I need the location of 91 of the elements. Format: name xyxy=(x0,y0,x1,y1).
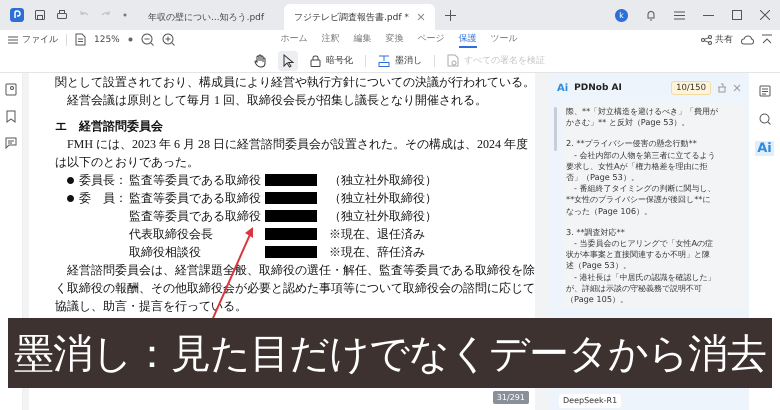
message-text: 述（Page 53）。 xyxy=(566,260,632,272)
ribbon-tab[interactable]: 注釈 xyxy=(322,32,340,48)
message-text: - 会社内部の人物を第三者に立てるよう xyxy=(573,150,717,161)
redaction-block xyxy=(265,192,317,204)
share-button[interactable]: 共有 xyxy=(701,33,733,46)
collapse-icon[interactable] xyxy=(762,34,772,45)
app-logo-icon[interactable] xyxy=(10,8,24,22)
message-text: **女性のプライバシー保護が後回し**に xyxy=(566,194,712,206)
cloud-icon[interactable] xyxy=(741,34,754,44)
message-text: （Page 105）。 xyxy=(566,294,630,306)
bullet-icon xyxy=(67,176,74,184)
member-note: ※現在、退任済み xyxy=(329,226,425,242)
zoom-level[interactable]: 125% xyxy=(94,34,120,44)
close-icon[interactable] xyxy=(760,10,770,20)
member-note: ※現在、辞任済み xyxy=(329,244,425,260)
message-text: 2. **プライバシー侵害の懸念行動** xyxy=(566,138,698,150)
signature-icon xyxy=(447,54,459,67)
message-text: かさむ」** と反対（Page 53）。 xyxy=(566,117,691,128)
message-text: 3. **調査対応** xyxy=(566,226,626,238)
close-icon[interactable] xyxy=(733,84,741,92)
caption-banner: 墨消し：見た目だけでなくデータから消去 xyxy=(8,318,772,388)
member-position: 監査等委員である取締役 xyxy=(129,208,262,224)
bookmark-icon[interactable] xyxy=(6,110,16,123)
member-role: 委員長： xyxy=(79,172,127,186)
zoom-in-icon[interactable] xyxy=(162,33,175,46)
bell-icon[interactable] xyxy=(646,10,656,20)
ribbon-tab[interactable]: ページ xyxy=(418,32,445,48)
redaction-block xyxy=(265,246,317,258)
thumbnail-icon[interactable] xyxy=(5,83,17,96)
encrypt-button[interactable]: 暗号化 xyxy=(306,52,357,69)
section-heading: エ 経営諮問委員会 xyxy=(55,118,164,135)
member-position: 監査等委員である取締役 xyxy=(129,172,262,188)
redaction-block xyxy=(265,174,317,186)
print-icon[interactable] xyxy=(56,9,68,21)
menu-icon xyxy=(8,36,18,44)
ribbon-tab[interactable]: ホーム xyxy=(280,32,308,48)
message-text: なった（Page 106）。 xyxy=(566,206,654,217)
ribbon-tab[interactable]: 変換 xyxy=(386,32,404,48)
maximize-icon[interactable] xyxy=(732,10,742,20)
document-text: 経営会議は原則として毎月 1 回、取締役会長が招集し議長となり開催される。 xyxy=(66,92,488,109)
panel-title: PDNob AI xyxy=(574,83,623,93)
document-tab[interactable]: フジテレビ調査報告書.pdf * xyxy=(284,4,435,30)
document-text: FMH には、2023 年 6 月 28 日に経営諮問委員会が設置された。その構成は、2024 年度 xyxy=(66,136,530,153)
bullet-icon xyxy=(67,194,74,202)
select-tool-button[interactable] xyxy=(278,50,298,70)
clear-icon[interactable] xyxy=(717,83,727,93)
message-text: 状が本事案と直接関連するか不明」と陳 xyxy=(566,249,711,260)
ai-logo: Ai xyxy=(557,82,568,94)
zoom-out-icon[interactable] xyxy=(140,33,154,46)
message-text: が、詳細は示談の守秘義務で説明不可 xyxy=(566,282,703,294)
message-text: 際、**「対立構造を避けるべき」「費用が xyxy=(566,106,720,118)
user-avatar[interactable]: k xyxy=(615,8,628,22)
member-role: 委 員： xyxy=(79,190,127,204)
ribbon-tab[interactable]: 保護 xyxy=(458,32,477,48)
share-icon xyxy=(701,34,712,44)
model-selector[interactable]: DeepSeek-R1 xyxy=(559,394,622,408)
new-tab-icon[interactable] xyxy=(444,10,456,20)
member-note: （独立社外取締役） xyxy=(329,172,437,188)
document-text: は以下のとおりであった。 xyxy=(55,154,200,171)
page-counter: 31/291 xyxy=(492,391,529,404)
message-text: 否」（Page 53）。 xyxy=(566,172,640,184)
member-note: （独立社外取締役） xyxy=(329,208,437,224)
close-icon[interactable] xyxy=(416,13,425,21)
cursor-icon xyxy=(282,54,294,68)
member-position: 代表取締役会長 xyxy=(129,226,214,242)
member-note: （独立社外取締役） xyxy=(329,190,437,206)
lock-icon xyxy=(310,54,321,66)
member-position: 監査等委員である取締役 xyxy=(129,190,262,206)
message-text: - 番組終了タイミングの判断に関与し、 xyxy=(573,183,717,194)
ribbon-tab[interactable]: 編集 xyxy=(354,32,372,48)
member-position: 取締役相談役 xyxy=(129,244,202,260)
file-menu-button[interactable]: ファイル xyxy=(8,33,58,46)
quota-badge: 10/150 xyxy=(671,81,711,95)
search-icon[interactable] xyxy=(758,113,770,125)
page-icon[interactable] xyxy=(75,33,86,46)
menu-icon[interactable] xyxy=(674,10,685,20)
document-text: 関として設置されており、構成員により経営や執行方針についての決議が行われている。 xyxy=(55,74,535,91)
ribbon-tab[interactable]: ツール xyxy=(490,32,518,48)
comment-icon[interactable] xyxy=(5,137,17,149)
hand-icon xyxy=(254,54,266,68)
redaction-block xyxy=(265,228,317,240)
ai-assistant-button[interactable]: Ai xyxy=(755,141,774,156)
save-icon[interactable] xyxy=(34,9,46,21)
message-text: 要求し、女性Aが「権力格差を理由に拒 xyxy=(566,160,709,172)
document-tab[interactable]: 年収の壁につい...知ろう.pdf xyxy=(138,4,274,30)
redact-icon xyxy=(378,54,390,66)
message-text: - 港社長は「中居氏の認識を確認した」 xyxy=(573,272,717,283)
message-text: - 当委員会のヒアリングで「女性Aの症 xyxy=(573,238,714,250)
redaction-block xyxy=(265,210,317,222)
redact-button[interactable]: 墨消し xyxy=(374,52,426,69)
list-icon[interactable] xyxy=(758,85,770,97)
